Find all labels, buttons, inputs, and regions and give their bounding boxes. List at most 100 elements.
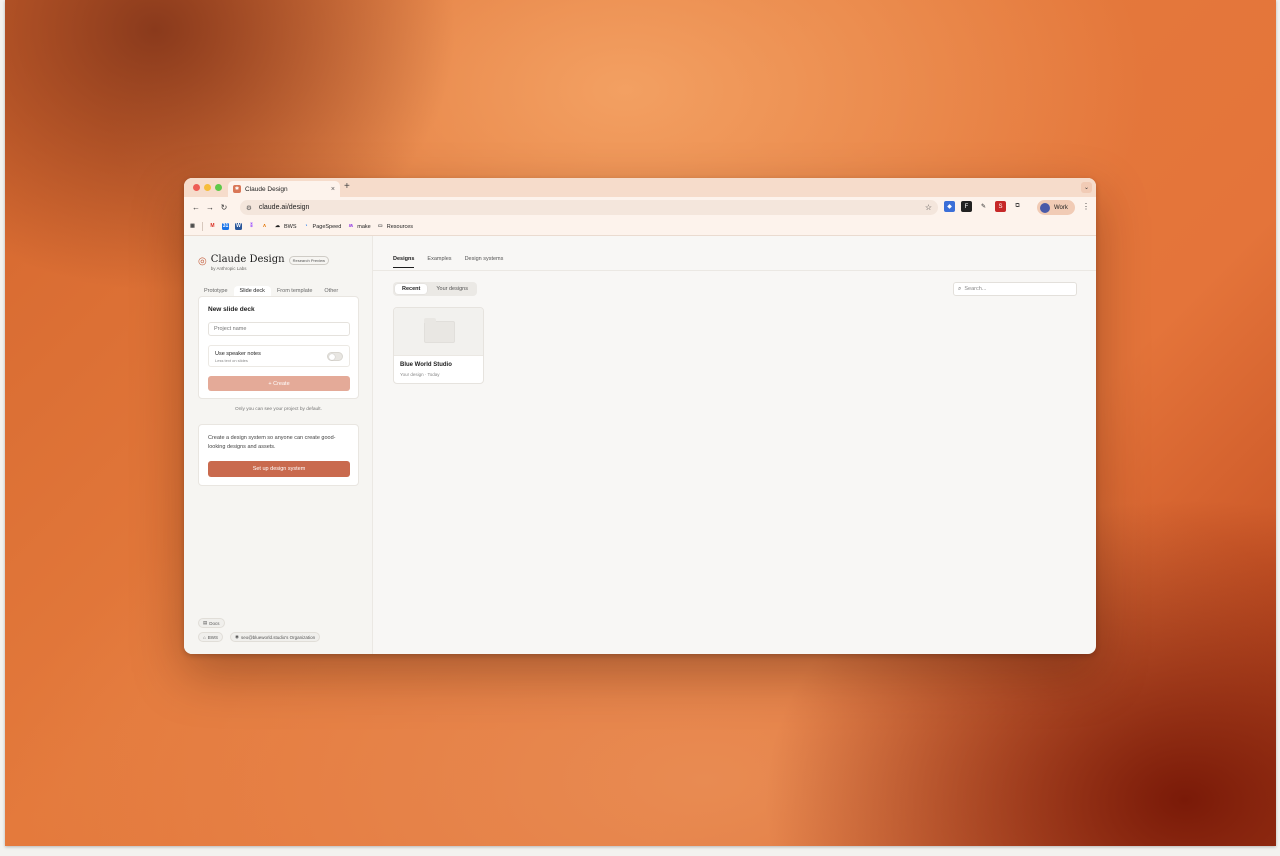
bookmarks-bar: ▦ M 31 W ⁑ ᴧ ☁ BWS ◔ PageSpeed ʍ make ▭ Reso… xyxy=(184,218,1096,236)
bookmark-figma[interactable]: ⁑ xyxy=(248,223,255,230)
new-slide-deck-card: New slide deck Use speaker notes Less te… xyxy=(198,296,359,399)
extension-f-icon[interactable]: F xyxy=(961,201,972,212)
privacy-note: Only you can see your project by default… xyxy=(235,407,322,412)
speaker-notes-option[interactable]: Use speaker notes Less text on slides xyxy=(208,345,350,367)
project-name-input[interactable] xyxy=(208,322,350,336)
brand-byline: by Anthropic Labs xyxy=(210,266,247,271)
tab-slide-deck[interactable]: Slide deck xyxy=(233,286,271,296)
speaker-notes-label: Use speaker notes xyxy=(215,351,261,357)
tab-examples[interactable]: Examples xyxy=(427,256,451,268)
pagespeed-icon: ◔ xyxy=(304,223,308,229)
bookmark-resources[interactable]: ▭ Resources xyxy=(377,223,413,230)
tab-designs[interactable]: Designs xyxy=(393,256,415,268)
brand-title: Claude Design xyxy=(210,254,285,265)
tab-close-icon[interactable]: × xyxy=(331,186,335,193)
forward-icon[interactable]: → xyxy=(203,203,217,212)
main-panel: Designs Examples Design systems Recent Y… xyxy=(373,236,1096,654)
tab-design-systems[interactable]: Design systems xyxy=(465,256,504,268)
folder-icon: ▭ xyxy=(377,223,383,229)
bookmark-bws[interactable]: ☁ BWS xyxy=(274,223,297,230)
org-full-label: seo@blueworld.studio's Organization xyxy=(240,634,316,640)
design-thumbnail xyxy=(394,308,483,356)
bookmark-star-icon[interactable]: ☆ xyxy=(925,203,932,212)
profile-label: Work xyxy=(1054,204,1068,211)
mode-tabs: Prototype Slide deck From template Other xyxy=(198,286,344,296)
extension-red-icon[interactable]: S xyxy=(995,201,1006,212)
main-tabs: Designs Examples Design systems xyxy=(393,256,503,268)
filter-your-designs[interactable]: Your designs xyxy=(429,284,475,294)
eyedropper-icon[interactable]: ✎ xyxy=(978,201,989,212)
bws-icon: ☁ xyxy=(275,223,280,229)
bookmark-analytics[interactable]: ᴧ xyxy=(261,223,268,230)
site-settings-icon[interactable]: ⚙ xyxy=(246,204,252,212)
palette-icon: ◎ xyxy=(198,256,207,267)
tab-prototype[interactable]: Prototype xyxy=(198,286,234,296)
design-system-card: Create a design system so anyone can cre… xyxy=(198,424,359,486)
docs-icon: W xyxy=(235,223,242,230)
calendar-icon: 31 xyxy=(222,223,229,230)
create-button[interactable]: + Create xyxy=(208,376,350,391)
app-content: ◎ Claude Design by Anthropic Labs Resear… xyxy=(184,236,1096,654)
url-text: claude.ai/design xyxy=(258,204,310,211)
maximize-window-button[interactable] xyxy=(215,184,222,191)
search-box[interactable]: ⌕ Search... xyxy=(953,282,1077,296)
make-icon: ʍ xyxy=(348,223,353,229)
org-icon: ⌂ xyxy=(203,634,206,640)
org-short-pill[interactable]: ⌂ BWS xyxy=(198,632,223,642)
tab-strip: ✱ Claude Design × + ⌄ xyxy=(184,178,1096,197)
docs-link[interactable]: ▤ Docs xyxy=(198,618,225,628)
design-system-text: Create a design system so anyone can cre… xyxy=(208,435,336,450)
address-bar[interactable]: ⚙ claude.ai/design ☆ xyxy=(240,200,938,215)
profile-button[interactable]: Work xyxy=(1037,200,1075,215)
gmail-icon: M xyxy=(210,223,215,229)
search-placeholder: Search... xyxy=(964,286,987,292)
folder-icon xyxy=(424,318,455,343)
extension-blue-icon[interactable]: ◆ xyxy=(944,201,955,212)
org-short-label: BWS xyxy=(207,634,218,640)
tab-title: Claude Design xyxy=(245,185,288,193)
figma-icon: ⁑ xyxy=(250,223,253,229)
browser-tab[interactable]: ✱ Claude Design × xyxy=(228,181,340,197)
form-title: New slide deck xyxy=(208,306,255,313)
design-card[interactable]: Blue World Studio Your design · Today xyxy=(393,307,484,384)
window-controls xyxy=(193,184,222,191)
designs-filter: Recent Your designs xyxy=(393,282,477,296)
tab-from-template[interactable]: From template xyxy=(271,286,318,296)
close-window-button[interactable] xyxy=(193,184,200,191)
brand-header: ◎ Claude Design by Anthropic Labs Resear… xyxy=(198,254,330,271)
bookmark-make[interactable]: ʍ make xyxy=(347,223,371,230)
back-icon[interactable]: ← xyxy=(189,203,203,212)
filter-recent[interactable]: Recent xyxy=(395,284,428,294)
design-title: Blue World Studio xyxy=(400,362,452,368)
sidebar: ◎ Claude Design by Anthropic Labs Resear… xyxy=(184,236,373,654)
browser-window: ✱ Claude Design × + ⌄ ← → ↻ ⚙ claude.ai/… xyxy=(184,178,1096,654)
reload-icon[interactable]: ↻ xyxy=(217,203,231,212)
design-meta: Your design · Today xyxy=(400,372,440,377)
docs-label: Docs xyxy=(209,620,220,626)
docs-icon: ▤ xyxy=(203,620,208,625)
analytics-icon: ᴧ xyxy=(263,223,266,229)
bookmark-gmail[interactable]: M xyxy=(209,223,216,230)
tab-search-icon[interactable]: ⌄ xyxy=(1081,182,1092,193)
avatar xyxy=(1040,202,1050,213)
bookmark-pagespeed[interactable]: ◔ PageSpeed xyxy=(303,223,342,230)
speaker-notes-toggle[interactable] xyxy=(327,352,343,361)
extensions-bar: ◆ F ✎ S ⧉ xyxy=(944,201,1023,212)
claude-favicon-icon: ✱ xyxy=(233,185,241,193)
extensions-puzzle-icon[interactable]: ⧉ xyxy=(1012,201,1023,212)
new-tab-button[interactable]: + xyxy=(344,181,350,192)
org-switcher[interactable]: ◉ seo@blueworld.studio's Organization xyxy=(230,632,321,642)
browser-menu-icon[interactable]: ⋮ xyxy=(1082,202,1090,211)
minimize-window-button[interactable] xyxy=(204,184,211,191)
tab-other[interactable]: Other xyxy=(318,286,344,296)
apps-grid-icon[interactable]: ▦ xyxy=(189,223,196,230)
search-icon: ⌕ xyxy=(958,285,962,292)
divider xyxy=(202,222,203,231)
bookmark-docs[interactable]: W xyxy=(235,223,242,230)
setup-design-system-button[interactable]: Set up design system xyxy=(208,461,350,477)
speaker-notes-sub: Less text on slides xyxy=(215,358,248,363)
browser-toolbar: ← → ↻ ⚙ claude.ai/design ☆ ◆ F ✎ S ⧉ Wor… xyxy=(184,197,1096,218)
divider xyxy=(373,270,1096,271)
bookmark-calendar[interactable]: 31 xyxy=(222,223,229,230)
user-icon: ◉ xyxy=(235,634,239,639)
